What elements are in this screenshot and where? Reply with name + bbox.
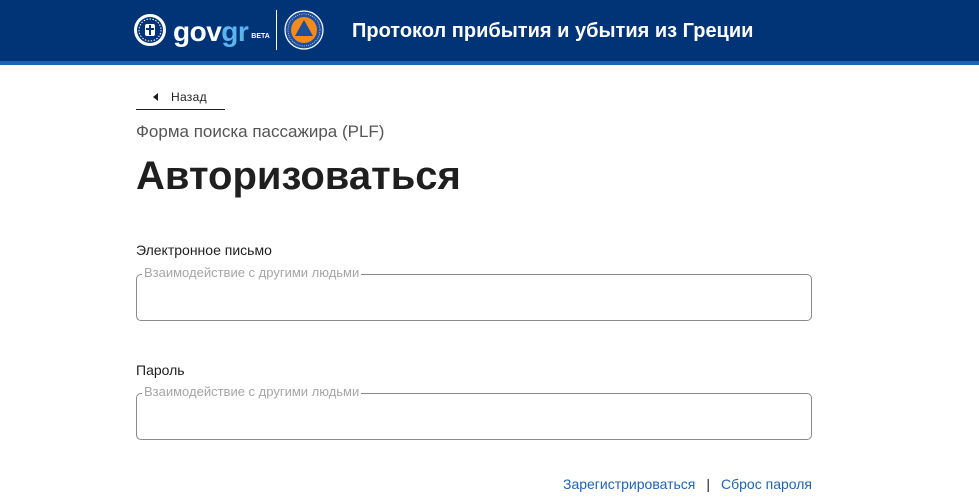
brand-gr: gr xyxy=(221,16,249,47)
email-field-wrapper[interactable]: Взаимодействие с другими людьми xyxy=(136,265,812,321)
top-header-bar: gov gr BETA Протокол прибытия и убытия из … xyxy=(0,0,979,65)
back-button[interactable]: Назад xyxy=(136,84,225,110)
back-button-label: Назад xyxy=(171,89,207,104)
links-separator: | xyxy=(706,476,711,492)
email-field-legend: Взаимодействие с другими людьми xyxy=(142,265,362,281)
header-divider xyxy=(276,10,277,50)
email-label: Электронное письмо xyxy=(136,242,272,258)
auth-links: Зарегистрироваться | Сброс пароля xyxy=(563,475,812,493)
civil-protection-logo-icon xyxy=(284,10,324,50)
password-field-legend: Взаимодействие с другими людьми xyxy=(142,384,362,400)
email-field[interactable] xyxy=(146,284,796,310)
app-title: Протокол прибытия и убытия из Греции xyxy=(352,20,754,42)
page-subtitle: Форма поиска пассажира (PLF) xyxy=(136,122,385,141)
govgr-logo[interactable]: gov gr BETA xyxy=(173,12,270,48)
register-link[interactable]: Зарегистрироваться xyxy=(563,475,695,493)
brand-beta-badge: BETA xyxy=(251,33,270,40)
brand-gov: gov xyxy=(173,16,222,47)
caret-left-icon xyxy=(153,92,158,101)
password-label: Пароль xyxy=(136,362,185,378)
password-field-wrapper[interactable]: Взаимодействие с другими людьми xyxy=(136,384,812,440)
reset-password-link[interactable]: Сброс пароля xyxy=(721,475,812,493)
greek-seal-icon xyxy=(134,14,166,46)
page-title: Авторизоваться xyxy=(136,154,461,198)
password-field[interactable] xyxy=(146,403,796,429)
